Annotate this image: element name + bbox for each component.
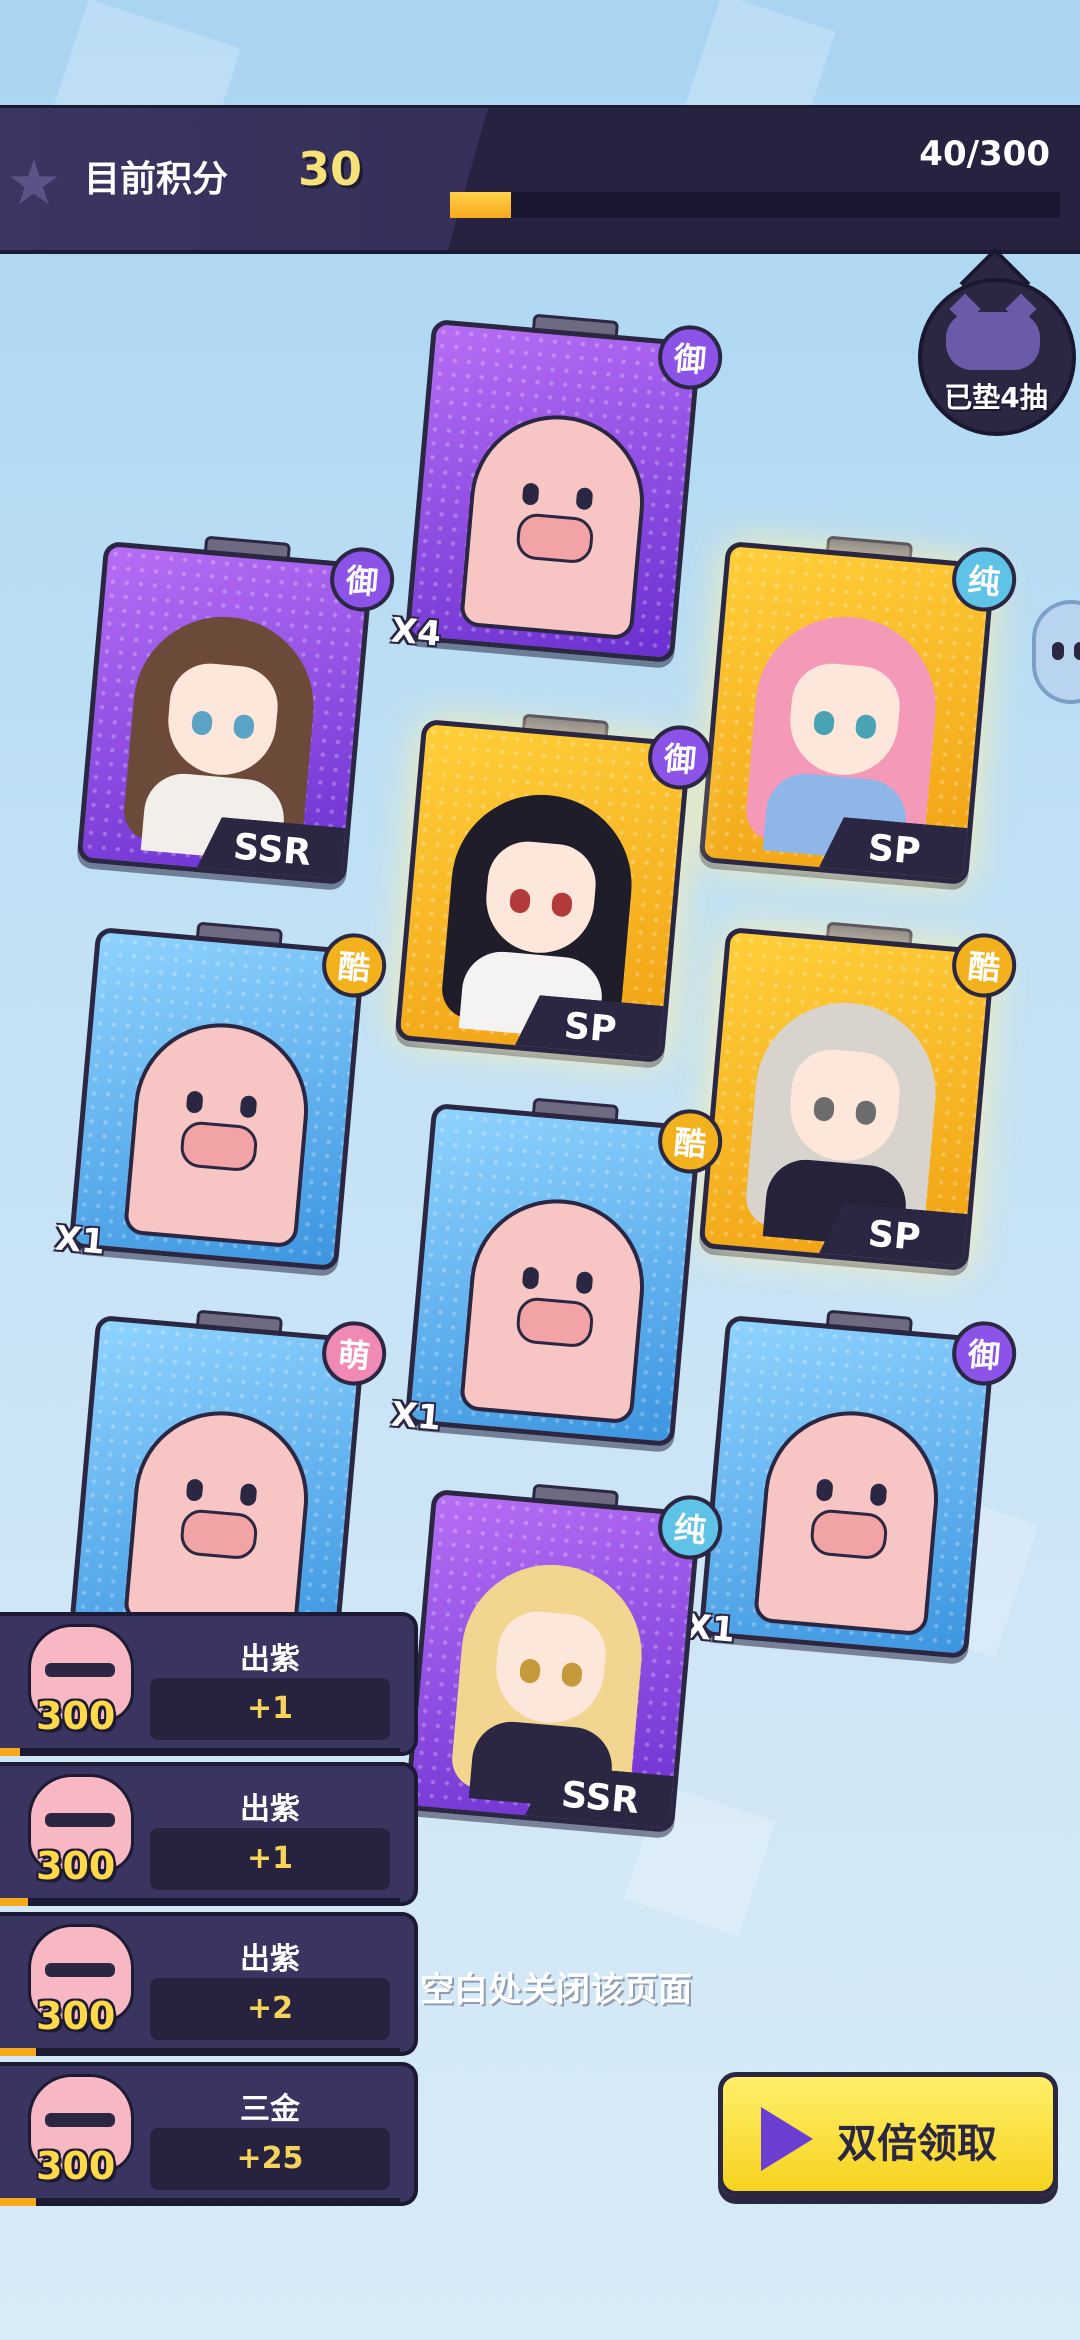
card-frame <box>404 1102 702 1448</box>
pig-eye <box>185 1478 204 1502</box>
progress-panel <box>448 108 1080 250</box>
close-hint[interactable]: 空白处关闭该页面 <box>420 1962 692 2011</box>
score-value: 30 <box>298 142 363 196</box>
character-card[interactable]: SP 纯 <box>698 535 1019 886</box>
reward-progress-fill <box>0 2048 36 2056</box>
reward-title: 三金 <box>240 2092 300 2127</box>
pig-eye <box>521 1266 540 1290</box>
card-frame: SP <box>698 540 996 886</box>
reward-value: +1 <box>150 1828 390 1890</box>
reward-progress <box>0 2198 400 2206</box>
character-card[interactable]: 萌 <box>68 1309 389 1660</box>
score-label: 目前积分 <box>84 159 229 200</box>
card-frame <box>404 318 702 664</box>
double-claim-button[interactable]: 双倍领取 <box>718 2072 1058 2196</box>
card-frame: SSR <box>404 1488 702 1834</box>
reward-title: 出紫 <box>240 1942 300 1977</box>
reward-row: 300 出紫 +2 <box>0 1912 418 2056</box>
card-count: X4 <box>389 610 443 655</box>
card-frame <box>68 926 366 1272</box>
progress-bar <box>450 192 1060 218</box>
pig-eye <box>521 482 540 506</box>
pig-eye <box>815 1478 834 1502</box>
play-icon <box>761 2107 813 2171</box>
pig-snout <box>179 1508 259 1561</box>
sunglasses <box>45 1963 115 1977</box>
reward-row: 300 三金 +25 <box>0 2062 418 2206</box>
card-frame <box>698 1314 996 1660</box>
character-card[interactable]: SSR 纯 <box>404 1483 725 1834</box>
star-icon: ★ <box>6 146 62 219</box>
card-count: X1 <box>389 1394 443 1439</box>
reward-points-badge: 300 <box>36 2144 116 2188</box>
pig-snout <box>809 1508 889 1561</box>
pity-label: 已垫4抽 <box>944 381 1048 414</box>
reward-points-badge: 300 <box>36 1844 116 1888</box>
pig-eye <box>575 1271 594 1295</box>
reward-progress-fill <box>0 2198 36 2206</box>
cat-icon <box>946 312 1040 370</box>
reward-progress-fill <box>0 1748 20 1756</box>
score-bar: ★ 目前积分 30 40/300 <box>0 105 1080 254</box>
character-card[interactable]: 酷 X1 <box>53 921 389 1272</box>
ghost-eye <box>1074 642 1080 660</box>
character-card[interactable]: 御 X1 <box>683 1309 1019 1660</box>
double-claim-label: 双倍领取 <box>837 2121 997 2167</box>
pig-eye <box>239 1095 258 1119</box>
pig-eye <box>239 1483 258 1507</box>
pig-eye <box>869 1483 888 1507</box>
reward-points-badge: 300 <box>36 1694 116 1738</box>
reward-points-badge: 300 <box>36 1994 116 2038</box>
pig-eye <box>185 1090 204 1114</box>
reward-value: +25 <box>150 2128 390 2190</box>
pity-counter-badge[interactable]: 已垫4抽 <box>918 247 1076 436</box>
sunglasses <box>45 1663 115 1677</box>
card-frame: SP <box>394 718 692 1064</box>
sunglasses <box>45 1813 115 1827</box>
character-card[interactable]: 御 X4 <box>389 313 725 664</box>
card-count: X1 <box>53 1218 107 1263</box>
reward-progress <box>0 1748 400 1756</box>
character-card[interactable]: SP 御 <box>394 713 715 1064</box>
reward-progress-fill <box>0 1898 28 1906</box>
reward-value: +1 <box>150 1678 390 1740</box>
side-ghost-button[interactable] <box>1032 600 1080 704</box>
character-card[interactable]: SP 酷 <box>698 921 1019 1272</box>
reward-row: 300 出紫 +1 <box>0 1612 418 1756</box>
progress-fill <box>450 192 511 218</box>
reward-title: 出紫 <box>240 1792 300 1827</box>
character-card[interactable]: 酷 X1 <box>389 1097 725 1448</box>
card-frame: SSR <box>76 540 374 886</box>
reward-title: 出紫 <box>240 1642 300 1677</box>
pig-eye <box>575 487 594 511</box>
pig-snout <box>515 1296 595 1349</box>
card-frame: SP <box>698 926 996 1272</box>
reward-value: +2 <box>150 1978 390 2040</box>
card-frame <box>68 1314 366 1660</box>
reward-progress <box>0 1898 400 1906</box>
progress-text: 40/300 <box>919 134 1050 174</box>
reward-progress <box>0 2048 400 2056</box>
sunglasses <box>45 2113 115 2127</box>
character-card[interactable]: SSR 御 <box>76 535 397 886</box>
pig-snout <box>515 512 595 565</box>
reward-row: 300 出紫 +1 <box>0 1762 418 1906</box>
ghost-eye <box>1052 642 1064 660</box>
pig-snout <box>179 1120 259 1173</box>
